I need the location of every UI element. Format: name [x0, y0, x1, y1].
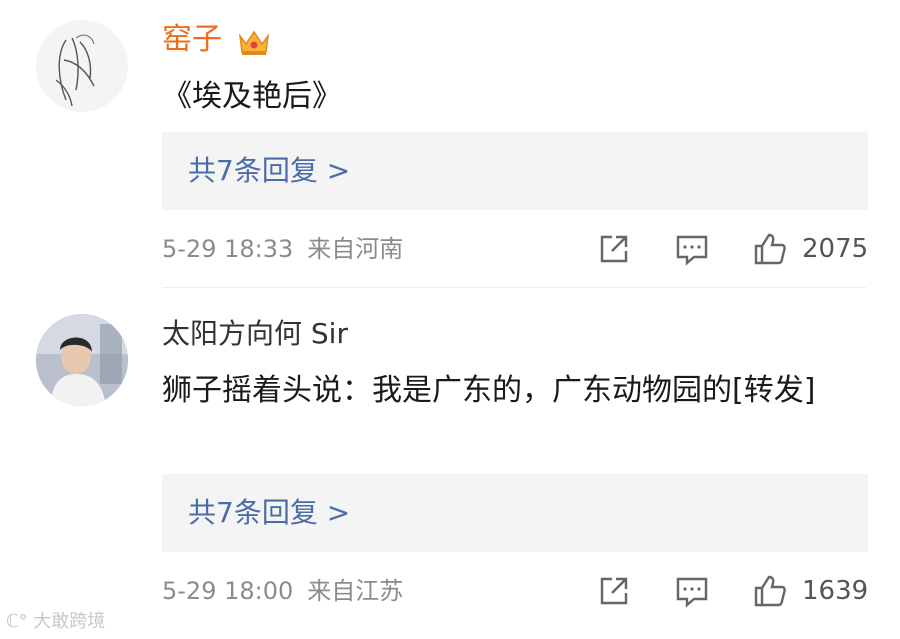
comment-icon[interactable]: [674, 231, 710, 267]
view-replies-link[interactable]: 共7条回复 >: [188, 494, 350, 532]
divider: [162, 287, 866, 288]
watermark-text: 大敢跨境: [33, 611, 106, 632]
replies-panel: 共7条回复 >: [162, 474, 868, 552]
view-replies-link[interactable]: 共7条回复 >: [188, 152, 350, 190]
comment-date: 5-29 18:00: [162, 577, 294, 605]
username[interactable]: 太阳方向何 Sir: [162, 316, 348, 352]
share-icon[interactable]: [596, 231, 632, 267]
avatar[interactable]: [36, 314, 128, 406]
thumbs-up-icon[interactable]: [752, 573, 788, 609]
comment-meta: 5-29 18:33 来自河南: [162, 234, 403, 264]
comment-location: 来自河南: [307, 235, 404, 263]
share-icon[interactable]: [596, 573, 632, 609]
comment-date: 5-29 18:33: [162, 235, 294, 263]
username[interactable]: 窑子: [162, 22, 222, 58]
thumbs-up-icon[interactable]: [752, 231, 788, 267]
like-count: 2075: [802, 234, 869, 264]
comment-item: 窑子 《埃及艳后》 共7条回复 > 5-29 18:33 来自河南 2075: [0, 0, 900, 285]
comment-meta: 5-29 18:00 来自江苏: [162, 576, 403, 606]
replies-panel: 共7条回复 >: [162, 132, 868, 210]
avatar[interactable]: [36, 20, 128, 112]
like-count: 1639: [802, 576, 869, 606]
comment-text: 《埃及艳后》: [162, 79, 342, 114]
comment-item: 太阳方向何 Sir 狮子摇着头说：我是广东的，广东动物园的[转发] 共7条回复 …: [0, 290, 900, 639]
watermark-logo-icon: ℂ°: [6, 611, 28, 632]
crown-icon: [236, 26, 272, 58]
comment-text: 狮子摇着头说：我是广东的，广东动物园的[转发]: [162, 373, 816, 408]
comment-icon[interactable]: [674, 573, 710, 609]
comment-location: 来自江苏: [307, 577, 404, 605]
watermark: ℂ° 大敢跨境: [6, 610, 105, 634]
